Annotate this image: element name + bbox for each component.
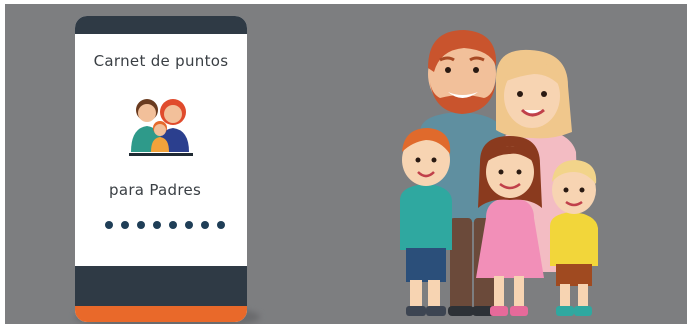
phone-bottom-bar xyxy=(75,266,247,306)
boy-right-figure xyxy=(550,160,598,316)
pin-dot xyxy=(169,221,177,229)
phone-card: Carnet de puntos para Padres xyxy=(75,16,247,322)
pin-dot xyxy=(153,221,161,229)
phone-accent-strip xyxy=(75,306,247,322)
family-illustration xyxy=(400,30,598,316)
pin-dot xyxy=(201,221,209,229)
boy-left-figure xyxy=(400,128,452,316)
image-frame: Carnet de puntos para Padres xyxy=(0,0,691,329)
pin-dots xyxy=(105,219,225,231)
card-subtitle: para Padres xyxy=(109,181,202,199)
pin-dot xyxy=(105,221,113,229)
pin-dot xyxy=(217,221,225,229)
family-icon xyxy=(129,99,193,156)
pin-dot xyxy=(121,221,129,229)
phone-top-bar xyxy=(75,16,247,34)
pin-dot xyxy=(185,221,193,229)
banner-panel: Carnet de puntos para Padres xyxy=(5,4,687,324)
card-title: Carnet de puntos xyxy=(93,52,229,70)
pin-dot xyxy=(137,221,145,229)
